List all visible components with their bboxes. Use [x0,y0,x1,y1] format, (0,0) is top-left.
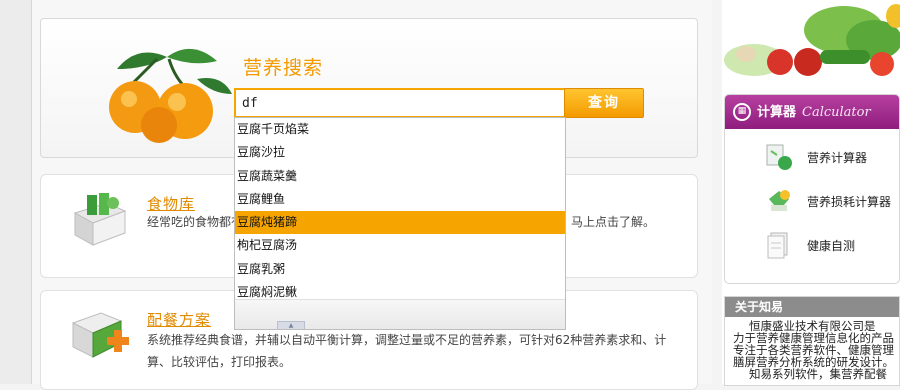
food-library-desc-tail: 马上点击了解。 [571,215,656,229]
calc-item-label: 营养损耗计算器 [807,195,892,209]
suggestion-item[interactable]: 豆腐千页焰菜 [235,118,565,141]
calculator-title-en: Calculator [802,105,871,120]
calc-item-label: 营养计算器 [807,151,868,165]
calculator-header: ▦ 计算器 Calculator [725,95,899,129]
search-suggestion-dropdown: 豆腐千页焰菜 豆腐沙拉 豆腐蔬菜羹 豆腐鲤鱼 豆腐炖猪蹄 枸杞豆腐汤 豆腐乳粥 … [234,117,566,330]
calculator-panel: ▦ 计算器 Calculator 营养计算器 营养损耗计算器 健康自测 [724,94,900,284]
suggestion-item-highlighted[interactable]: 豆腐炖猪蹄 [235,211,565,235]
left-margin-strip [0,0,32,384]
suggestion-item[interactable]: 枸杞豆腐汤 [235,234,565,257]
search-title: 营养搜索 [243,57,324,79]
search-input[interactable] [234,88,566,118]
calc-item-selftest[interactable]: 健康自测 [725,223,899,267]
calc-item-nutrition[interactable]: 营养计算器 [725,135,899,179]
suggestion-item[interactable]: 豆腐蔬菜羹 [235,165,565,188]
calc-item-loss[interactable]: 营养损耗计算器 [725,179,899,223]
suggestion-item[interactable]: 豆腐乳粥 [235,258,565,281]
about-panel: 关于知易 恒康盛业技术有限公司是 力于营养健康管理信息化的产品 专注于各类营养软… [724,296,900,386]
suggestion-item[interactable]: 豆腐沙拉 [235,141,565,164]
calculator-icon: ▦ [733,102,751,121]
nutrition-calculator-icon [766,144,792,170]
meal-box-icon [71,312,129,358]
food-box-icon [73,193,127,246]
orange-fruit-image [109,48,232,143]
meal-plan-link[interactable]: 配餐方案 [147,309,211,330]
right-sidebar: ▦ 计算器 Calculator 营养计算器 营养损耗计算器 健康自测 关于知易… [722,0,900,386]
suggestion-item[interactable]: 豆腐鲤鱼 [235,188,565,211]
food-library-desc-text: 经常吃的食物都有 [147,215,244,229]
about-text: 恒康盛业技术有限公司是 力于营养健康管理信息化的产品 专注于各类营养软件、健康管… [725,317,899,380]
dropdown-footer: ▲ [235,299,565,329]
vegetables-banner-image [724,0,900,84]
calculator-title: 计算器 [757,105,797,120]
collapse-arrow-icon[interactable]: ▲ [277,321,305,329]
nutrition-loss-calculator-icon [769,190,790,211]
calc-item-label: 健康自测 [807,239,856,253]
health-selftest-icon [767,232,788,259]
meal-plan-desc: 系统推荐经典食谱，并辅以自动平衡计算，调整过量或不足的营养素，可针对62种营养素… [147,333,667,369]
about-line: 知易系列软件，集营养配餐 [749,367,887,381]
about-title: 关于知易 [725,297,899,317]
search-button[interactable]: 查询 [564,88,644,118]
